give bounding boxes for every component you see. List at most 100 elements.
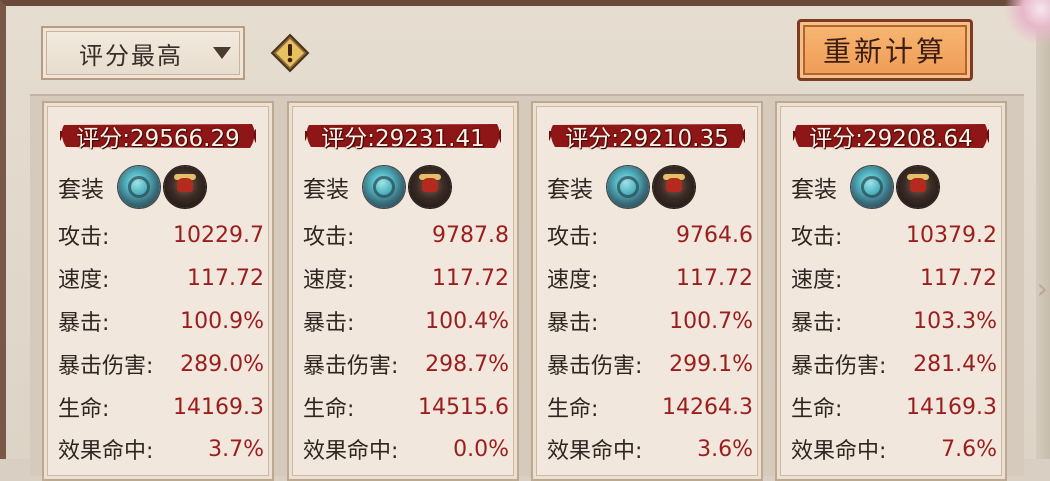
result-card[interactable]: 评分:29208.64 套装 攻击: 10379.2 速度: 117.72 暴击: 1… bbox=[775, 101, 1007, 481]
next-page-arrow-icon[interactable]: › bbox=[1037, 272, 1048, 305]
dark-soul-icon[interactable] bbox=[897, 166, 939, 208]
stat-row-crit-damage: 暴击伤害: 299.1% bbox=[547, 346, 753, 382]
right-edge bbox=[1036, 0, 1050, 459]
stat-label: 攻击: bbox=[303, 225, 355, 250]
sort-dropdown[interactable]: 评分最高 bbox=[41, 26, 245, 80]
stat-label: 生命: bbox=[58, 397, 110, 422]
result-card[interactable]: 评分:29210.35 套装 攻击: 9764.6 速度: 117.72 暴击: 10… bbox=[531, 101, 763, 481]
stat-row-crit-damage: 暴击伤害: 281.4% bbox=[791, 346, 997, 382]
score-banner: 评分:29231.41 bbox=[303, 117, 503, 155]
result-card[interactable]: 评分:29231.41 套装 攻击: 9787.8 速度: 117.72 暴击: 10… bbox=[287, 101, 519, 481]
stat-value: 117.72 bbox=[676, 265, 753, 291]
stat-value: 281.4% bbox=[913, 351, 997, 377]
soul-set-row: 套装 bbox=[303, 165, 455, 209]
stat-label: 速度: bbox=[58, 268, 110, 293]
stat-label: 生命: bbox=[303, 397, 355, 422]
teal-soul-icon[interactable] bbox=[607, 166, 649, 208]
stat-row-crit: 暴击: 100.4% bbox=[303, 303, 509, 339]
stat-label: 暴击: bbox=[303, 311, 355, 336]
stat-value: 14264.3 bbox=[662, 394, 753, 420]
stat-row-hp: 生命: 14264.3 bbox=[547, 389, 753, 425]
stat-row-effect-hit: 效果命中: 3.6% bbox=[547, 431, 753, 467]
score-text: 评分:29208.64 bbox=[809, 126, 973, 152]
stat-label: 生命: bbox=[791, 397, 843, 422]
score-banner: 评分:29208.64 bbox=[791, 117, 991, 155]
stat-row-speed: 速度: 117.72 bbox=[303, 260, 509, 296]
stat-label: 暴击伤害: bbox=[791, 354, 887, 379]
stat-value: 100.4% bbox=[425, 308, 509, 334]
teal-soul-icon[interactable] bbox=[851, 166, 893, 208]
info-icon[interactable] bbox=[270, 33, 310, 73]
stat-row-crit-damage: 暴击伤害: 298.7% bbox=[303, 346, 509, 382]
stat-label: 效果命中: bbox=[303, 439, 399, 464]
stat-value: 14169.3 bbox=[173, 394, 264, 420]
stat-row-crit: 暴击: 100.9% bbox=[58, 303, 264, 339]
stat-value: 0.0% bbox=[453, 436, 509, 462]
stat-row-speed: 速度: 117.72 bbox=[58, 260, 264, 296]
stat-row-attack: 攻击: 9764.6 bbox=[547, 217, 753, 253]
teal-soul-icon[interactable] bbox=[363, 166, 405, 208]
stat-row-effect-hit: 效果命中: 7.6% bbox=[791, 431, 997, 467]
teal-soul-icon[interactable] bbox=[118, 166, 160, 208]
stat-value: 3.6% bbox=[697, 436, 753, 462]
stat-label: 效果命中: bbox=[58, 439, 154, 464]
soul-set-row: 套装 bbox=[547, 165, 699, 209]
stat-label: 暴击伤害: bbox=[547, 354, 643, 379]
stat-value: 117.72 bbox=[920, 265, 997, 291]
dark-soul-icon[interactable] bbox=[164, 166, 206, 208]
stat-value: 9764.6 bbox=[676, 222, 753, 248]
stat-value: 7.6% bbox=[941, 436, 997, 462]
recalculate-button[interactable]: 重新计算 bbox=[797, 19, 973, 81]
stat-label: 速度: bbox=[547, 268, 599, 293]
stat-row-crit-damage: 暴击伤害: 289.0% bbox=[58, 346, 264, 382]
stat-label: 速度: bbox=[303, 268, 355, 293]
recalculate-button-label: 重新计算 bbox=[822, 35, 947, 68]
stat-value: 298.7% bbox=[425, 351, 509, 377]
stat-value: 117.72 bbox=[432, 265, 509, 291]
result-card[interactable]: 评分:29566.29 套装 攻击: 10229.7 速度: 117.72 暴击: 1… bbox=[42, 101, 274, 481]
stat-label: 速度: bbox=[791, 268, 843, 293]
stat-label: 暴击: bbox=[791, 311, 843, 336]
score-text: 评分:29231.41 bbox=[321, 126, 485, 152]
stat-row-hp: 生命: 14169.3 bbox=[791, 389, 997, 425]
chevron-down-icon bbox=[213, 47, 231, 59]
stat-value: 103.3% bbox=[913, 308, 997, 334]
stat-row-speed: 速度: 117.72 bbox=[547, 260, 753, 296]
stat-label: 攻击: bbox=[547, 225, 599, 250]
stat-row-crit: 暴击: 103.3% bbox=[791, 303, 997, 339]
soul-set-row: 套装 bbox=[791, 165, 943, 209]
stat-row-attack: 攻击: 10229.7 bbox=[58, 217, 264, 253]
stat-label: 暴击: bbox=[58, 311, 110, 336]
stat-value: 14515.6 bbox=[418, 394, 509, 420]
stat-row-effect-hit: 效果命中: 3.7% bbox=[58, 431, 264, 467]
set-label: 套装 bbox=[791, 177, 837, 203]
stat-row-hp: 生命: 14169.3 bbox=[58, 389, 264, 425]
sort-dropdown-label: 评分最高 bbox=[79, 41, 183, 70]
stat-label: 暴击伤害: bbox=[58, 354, 154, 379]
stat-value: 100.7% bbox=[669, 308, 753, 334]
score-text: 评分:29566.29 bbox=[76, 126, 240, 152]
stat-value: 10379.2 bbox=[906, 222, 997, 248]
score-banner: 评分:29210.35 bbox=[547, 117, 747, 155]
stat-label: 效果命中: bbox=[791, 439, 887, 464]
stat-label: 暴击: bbox=[547, 311, 599, 336]
stat-label: 攻击: bbox=[58, 225, 110, 250]
stat-value: 289.0% bbox=[180, 351, 264, 377]
stat-row-attack: 攻击: 10379.2 bbox=[791, 217, 997, 253]
score-banner: 评分:29566.29 bbox=[58, 117, 258, 155]
stat-value: 14169.3 bbox=[906, 394, 997, 420]
stat-value: 10229.7 bbox=[173, 222, 264, 248]
set-label: 套装 bbox=[547, 177, 593, 203]
score-text: 评分:29210.35 bbox=[565, 126, 729, 152]
stat-row-speed: 速度: 117.72 bbox=[791, 260, 997, 296]
dark-soul-icon[interactable] bbox=[409, 166, 451, 208]
cherry-blossom-decoration bbox=[1004, 0, 1050, 46]
stat-row-effect-hit: 效果命中: 0.0% bbox=[303, 431, 509, 467]
stat-value: 299.1% bbox=[669, 351, 753, 377]
stat-label: 攻击: bbox=[791, 225, 843, 250]
stat-row-attack: 攻击: 9787.8 bbox=[303, 217, 509, 253]
dark-soul-icon[interactable] bbox=[653, 166, 695, 208]
soul-set-row: 套装 bbox=[58, 165, 210, 209]
stat-value: 117.72 bbox=[187, 265, 264, 291]
stat-label: 效果命中: bbox=[547, 439, 643, 464]
